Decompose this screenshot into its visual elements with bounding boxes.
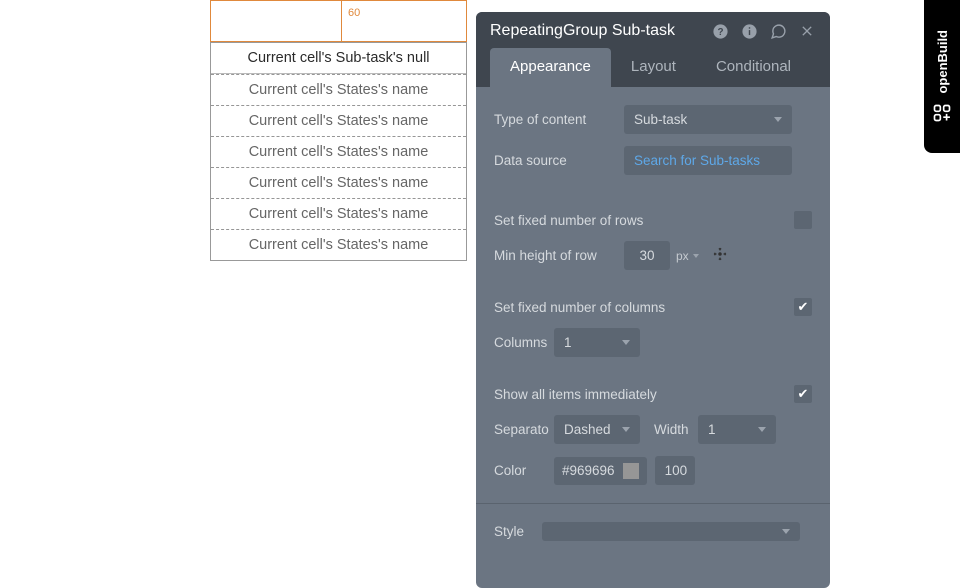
- ruler-measurement: 60: [348, 7, 360, 19]
- min-height-input[interactable]: 30: [624, 241, 670, 270]
- panel-body: Type of content Sub-task Data source Sea…: [476, 87, 830, 571]
- property-editor-panel: RepeatingGroup Sub-task ? Appearance Lay…: [476, 12, 830, 588]
- panel-title: RepeatingGroup Sub-task: [490, 22, 675, 40]
- data-source-value: Search for Sub-tasks: [634, 153, 760, 168]
- section-divider: [476, 503, 830, 504]
- selected-container-outline[interactable]: 60: [210, 0, 467, 42]
- panel-tabs: Appearance Layout Conditional: [490, 48, 816, 87]
- info-icon[interactable]: [740, 22, 758, 40]
- fixed-rows-checkbox[interactable]: [794, 211, 812, 229]
- color-hex-field[interactable]: #969696: [554, 457, 647, 485]
- columns-dropdown[interactable]: 1: [554, 328, 640, 357]
- app-grid-icon[interactable]: [932, 103, 952, 123]
- color-hex-value: #969696: [562, 463, 615, 478]
- width-label: Width: [654, 422, 698, 437]
- show-all-label: Show all items immediately: [494, 387, 794, 402]
- color-swatch[interactable]: [623, 463, 639, 479]
- width-value: 1: [708, 422, 716, 437]
- sidebar-brand-label: openBuild: [935, 30, 950, 94]
- help-icon[interactable]: ?: [711, 22, 729, 40]
- color-label: Color: [494, 463, 554, 478]
- min-height-unit-dropdown[interactable]: px: [676, 249, 699, 263]
- repeating-group-cell[interactable]: Current cell's States's name: [211, 229, 466, 260]
- repeating-group-cell[interactable]: Current cell's States's name: [211, 167, 466, 198]
- repeating-group-cell[interactable]: Current cell's States's name: [211, 74, 466, 105]
- repeating-group-cell[interactable]: Current cell's States's name: [211, 136, 466, 167]
- fixed-rows-label: Set fixed number of rows: [494, 213, 794, 228]
- column-divider: [341, 1, 342, 41]
- separator-value: Dashed: [564, 422, 611, 437]
- data-source-field[interactable]: Search for Sub-tasks: [624, 146, 792, 175]
- comment-icon[interactable]: [769, 22, 787, 40]
- repeating-group-preview[interactable]: Current cell's Sub-task's null Current c…: [210, 42, 467, 261]
- min-height-label: Min height of row: [494, 248, 624, 263]
- style-dropdown[interactable]: [542, 522, 800, 541]
- right-sidebar[interactable]: openBuild: [924, 0, 960, 153]
- chevron-down-icon: [693, 254, 699, 258]
- repeating-group-first-cell[interactable]: Current cell's Sub-task's null: [211, 43, 466, 74]
- chevron-down-icon: [758, 427, 766, 432]
- editor-canvas[interactable]: 60 Current cell's Sub-task's null Curren…: [210, 0, 467, 261]
- fixed-cols-checkbox[interactable]: [794, 298, 812, 316]
- move-handle-icon[interactable]: [713, 247, 727, 264]
- width-dropdown[interactable]: 1: [698, 415, 776, 444]
- columns-value: 1: [564, 335, 572, 350]
- chevron-down-icon: [622, 340, 630, 345]
- data-source-label: Data source: [494, 153, 624, 168]
- color-opacity-input[interactable]: 100: [655, 456, 695, 485]
- type-of-content-value: Sub-task: [634, 112, 687, 127]
- close-icon[interactable]: [798, 22, 816, 40]
- repeating-group-cell[interactable]: Current cell's States's name: [211, 105, 466, 136]
- panel-header: RepeatingGroup Sub-task ? Appearance Lay…: [476, 12, 830, 87]
- style-label: Style: [494, 524, 542, 539]
- type-of-content-label: Type of content: [494, 112, 624, 127]
- type-of-content-dropdown[interactable]: Sub-task: [624, 105, 792, 134]
- tab-appearance[interactable]: Appearance: [490, 48, 611, 87]
- tab-layout[interactable]: Layout: [611, 48, 696, 87]
- repeating-group-cell[interactable]: Current cell's States's name: [211, 198, 466, 229]
- chevron-down-icon: [622, 427, 630, 432]
- tab-conditional[interactable]: Conditional: [696, 48, 811, 87]
- fixed-cols-label: Set fixed number of columns: [494, 300, 794, 315]
- separator-label: Separato: [494, 422, 554, 437]
- show-all-checkbox[interactable]: [794, 385, 812, 403]
- separator-dropdown[interactable]: Dashed: [554, 415, 640, 444]
- svg-text:?: ?: [717, 27, 723, 38]
- columns-label: Columns: [494, 335, 554, 350]
- chevron-down-icon: [782, 529, 790, 534]
- chevron-down-icon: [774, 117, 782, 122]
